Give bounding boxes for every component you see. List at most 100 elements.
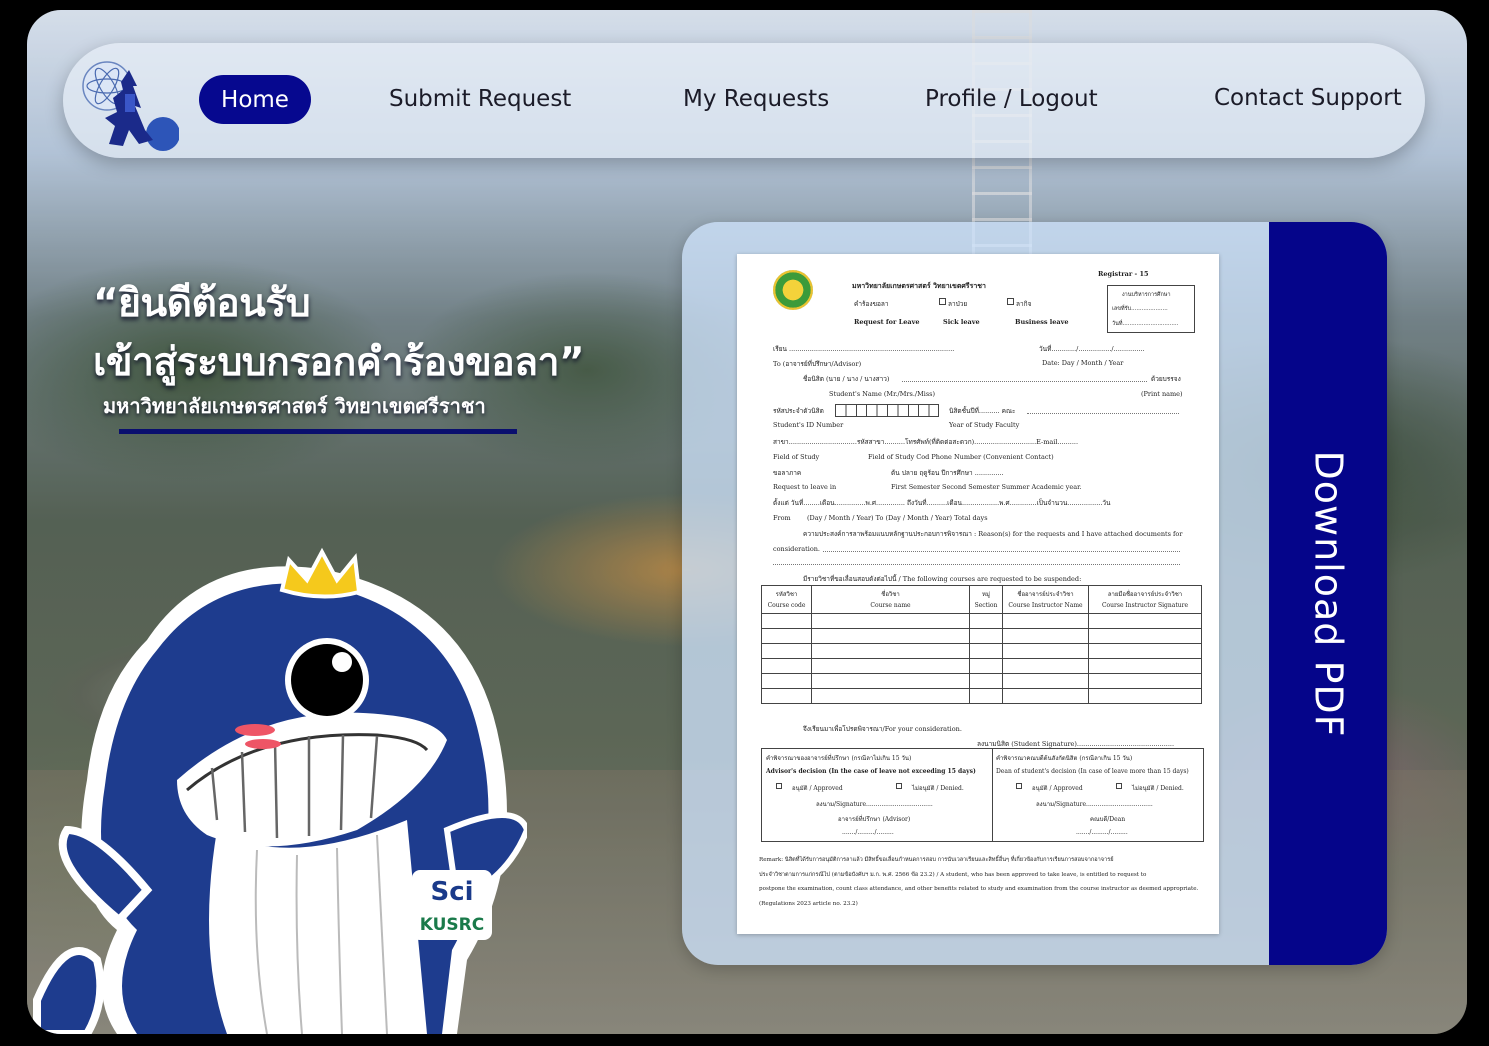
- form-remark-line-3: postpone the examination, count class at…: [759, 886, 1199, 892]
- sick-checkbox: [939, 298, 946, 305]
- col-instructor-en: Course Instructor Name: [1008, 601, 1083, 609]
- form-line-field-en: Field of Study: [773, 453, 820, 461]
- nav-profile-logout[interactable]: Profile / Logout: [925, 86, 1098, 112]
- leave-form-card: Registrar - 15 มหาวิทยาลัยเกษตรศาสตร์ วิ…: [682, 222, 1387, 965]
- table-row: [761, 643, 1202, 659]
- form-name-suffix: ด้วยบรรจง: [1151, 375, 1181, 383]
- dean-approve-checkbox: [1016, 783, 1022, 789]
- office-box-line-1: งานบริหารการศึกษา: [1122, 292, 1171, 298]
- whale-mascot-illustration: Sci KUSRC: [33, 547, 527, 1034]
- dean-title-th: คำพิจารณาคณบดีต้นสังกัดนิสิต (กรณีลาเกิน…: [996, 755, 1133, 762]
- form-line-dates-th: ตั้งแต่ วันที่........เดือน.............…: [773, 499, 1111, 507]
- faculty-logo[interactable]: [79, 60, 179, 152]
- form-line-reason: ความประสงค์การลาพร้อมแนบหลักฐานประกอบการ…: [803, 530, 1183, 538]
- nav-contact-support[interactable]: Contact Support: [1214, 85, 1402, 111]
- form-business-en: Business leave: [1015, 318, 1069, 326]
- dean-deny-checkbox: [1116, 783, 1122, 789]
- form-sick-th: ลาป่วย: [948, 300, 968, 308]
- form-line-semester-th: ขอลาภาค: [773, 469, 802, 477]
- form-consideration: จึงเรียนมาเพื่อโปรดพิจารณา/For your cons…: [803, 725, 962, 733]
- form-line-semester-en: Request to leave in: [773, 483, 837, 491]
- nav-submit-request[interactable]: Submit Request: [389, 86, 571, 112]
- dean-deny: ไม่อนุมัติ / Denied.: [1132, 785, 1184, 792]
- col-course-code-th: รหัสวิชา: [775, 590, 798, 598]
- advisor-deny: ไม่อนุมัติ / Denied.: [912, 785, 964, 792]
- hero-underline: [119, 429, 517, 434]
- advisor-signature: ลงนาม/Signature.........................…: [816, 801, 933, 808]
- leave-form-preview[interactable]: Registrar - 15 มหาวิทยาลัยเกษตรศาสตร์ วิ…: [737, 254, 1219, 934]
- advisor-title-en: Advisor's decision (In the case of leave…: [766, 768, 976, 775]
- col-course-name-en: Course name: [870, 601, 911, 609]
- advisor-approve: อนุมัติ / Approved: [792, 785, 843, 792]
- form-sick-en: Sick leave: [943, 318, 980, 326]
- advisor-title-th: คำพิจารณาของอาจารย์ที่ปรึกษา (กรณีลาไม่เ…: [766, 755, 912, 762]
- col-section-en: Section: [974, 601, 998, 609]
- form-business-th: ลากิจ: [1016, 300, 1032, 308]
- dean-signature: ลงนาม/Signature.........................…: [1036, 801, 1153, 808]
- col-instructor-th: ชื่ออาจารย์ประจำวิชา: [1017, 590, 1074, 598]
- form-req-en: Request for Leave: [854, 318, 920, 326]
- form-line-from: From: [773, 514, 791, 522]
- name-blank: [902, 381, 1147, 382]
- table-row: [761, 658, 1202, 674]
- form-code: Registrar - 15: [1098, 270, 1149, 278]
- form-from-to-en: (Day / Month / Year) To (Day / Month / Y…: [807, 514, 988, 522]
- form-semester-options-en: First Semester Second Semester Summer Ac…: [891, 483, 1082, 491]
- form-req-th: คำร้องขอลา: [854, 300, 889, 308]
- form-date-th: วันที่............/................/....…: [1039, 345, 1145, 353]
- nav-my-requests[interactable]: My Requests: [683, 86, 829, 112]
- col-section-th: หมู่: [982, 590, 990, 598]
- hero-title-line-2: เข้าสู่ระบบกรอกคำร้องขอลา”: [93, 340, 585, 385]
- hero-subtitle: มหาวิทยาลัยเกษตรศาสตร์ วิทยาเขตศรีราชา: [103, 394, 486, 418]
- col-signature-en: Course Instructor Signature: [1101, 601, 1189, 609]
- reason-blank-1: [823, 551, 1180, 552]
- office-box-line-2: เลขที่รับ.....................: [1112, 306, 1168, 312]
- page-frame: Home Submit Request My Requests Profile …: [27, 10, 1467, 1034]
- table-row: [761, 613, 1202, 629]
- form-remark-line-4: (Regulations 2023 article no. 23.2): [759, 901, 858, 907]
- form-line-courses: มีรายวิชาที่ขอเลื่อนสอบดังต่อไปนี้ / The…: [803, 575, 1082, 583]
- dean-date: ......./........./.........: [1076, 829, 1128, 836]
- form-line-consideration: consideration.: [773, 545, 821, 553]
- advisor-date: ......./........./.........: [842, 829, 894, 836]
- form-print-name: (Print name): [1141, 390, 1183, 398]
- courses-table: รหัสวิชา Course code ชื่อวิชา Course name …: [761, 585, 1202, 704]
- col-signature-th: ลายมือชื่ออาจารย์ประจำวิชา: [1107, 590, 1183, 598]
- table-row: [761, 688, 1202, 704]
- nav-home[interactable]: Home: [199, 75, 311, 124]
- download-pdf-button[interactable]: Download PDF: [1269, 222, 1387, 965]
- form-year-faculty-th: นิสิตชั้นปีที่.......... คณะ: [949, 407, 1016, 415]
- business-checkbox: [1007, 298, 1014, 305]
- dean-title-en: Dean of student's decision (In case of l…: [996, 768, 1189, 775]
- form-year-faculty-en: Year of Study Faculty: [949, 421, 1020, 429]
- form-university: มหาวิทยาลัยเกษตรศาสตร์ วิทยาเขตศรีราชา: [852, 281, 986, 290]
- advisor-deny-checkbox: [896, 783, 902, 789]
- table-row: [761, 628, 1202, 644]
- mascot-badge-sci: Sci: [430, 877, 473, 907]
- form-line-name-en: Student's Name (Mr./Mrs./Miss): [829, 390, 936, 398]
- form-remark-line-1: Remark: นิสิตที่ได้รับการอนุมัติการลาแล้…: [759, 857, 1114, 863]
- form-semester-options-th: ต้น ปลาย ฤดูร้อน ปีการศึกษา ............…: [891, 469, 1004, 477]
- form-date-en: Date: Day / Month / Year: [1042, 359, 1124, 367]
- student-id-boxes: [835, 404, 939, 417]
- hero-title-line-1: “ยินดีต้อนรับ: [93, 281, 311, 326]
- form-field-labels-en: Field of Study Cod Phone Number (Conveni…: [868, 453, 1054, 461]
- form-line-name-th: ชื่อนิสิต (นาย / นาง / นางสาว): [803, 375, 890, 383]
- form-line-field-th: สาขา.................................รหั…: [773, 438, 1079, 446]
- advisor-approve-checkbox: [776, 783, 782, 789]
- form-remark-line-2: ประจำวิชาตามการแก่กรณีไป (ตามข้อบังคับฯ …: [759, 872, 1147, 878]
- form-line-to-en: To (อาจารย์ที่ปรึกษา/Advisor): [773, 360, 862, 368]
- table-row: [761, 673, 1202, 689]
- form-line-to-th: เรียน ..................................…: [773, 345, 955, 353]
- form-line-id-th: รหัสประจำตัวนิสิต: [773, 407, 824, 415]
- mascot-badge-kusrc: KUSRC: [420, 915, 485, 935]
- faculty-blank: [1027, 413, 1179, 414]
- col-course-code-en: Course code: [767, 601, 806, 609]
- col-course-name-th: ชื่อวิชา: [881, 590, 900, 598]
- office-box-line-3: วันที่................................: [1112, 321, 1179, 327]
- decision-box: คำพิจารณาของอาจารย์ที่ปรึกษา (กรณีลาไม่เ…: [761, 748, 1204, 842]
- form-line-id-en: Student's ID Number: [773, 421, 844, 429]
- advisor-role: อาจารย์ที่ปรึกษา (Advisor): [838, 816, 911, 823]
- reason-blank-2: [773, 564, 1180, 565]
- dean-approve: อนุมัติ / Approved: [1032, 785, 1083, 792]
